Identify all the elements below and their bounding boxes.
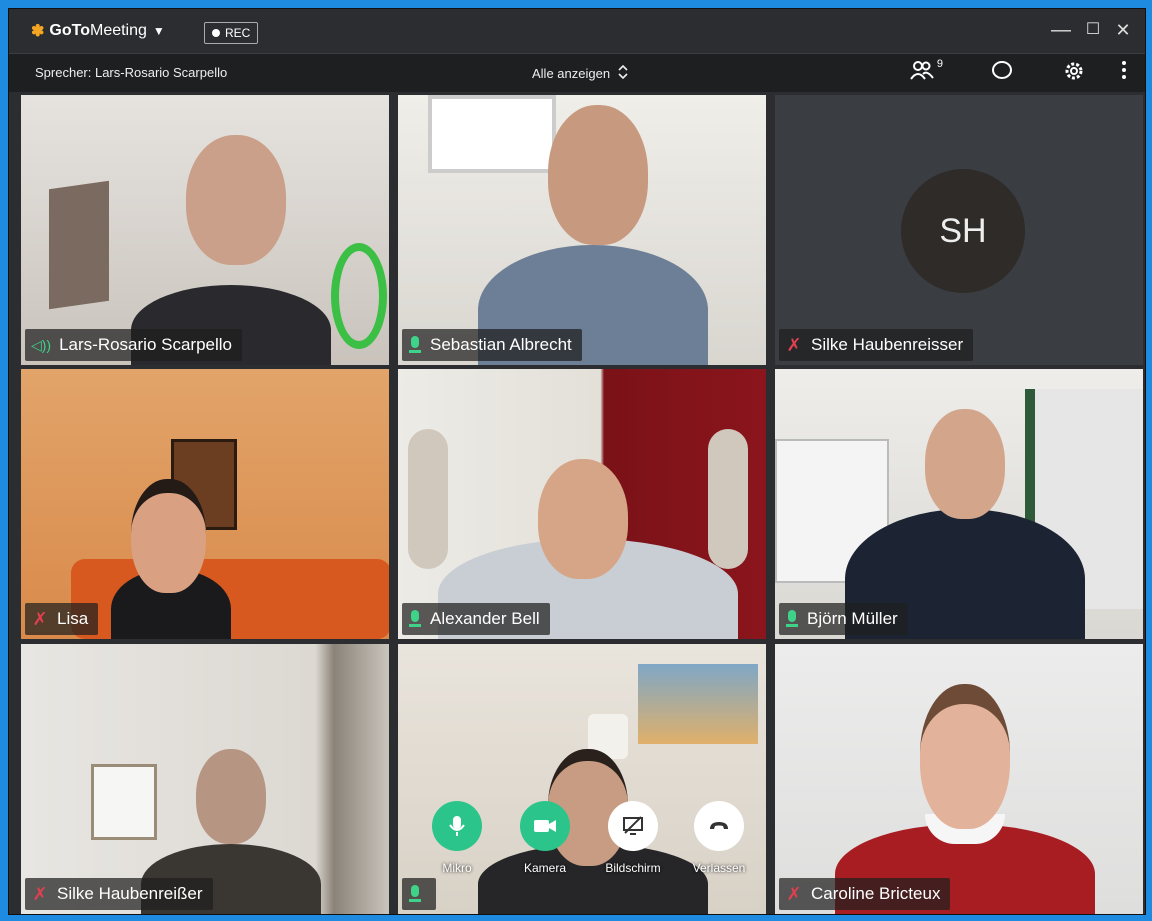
video-tile-2[interactable]: Sebastian Albrecht <box>398 95 766 365</box>
microphone-on-icon <box>408 610 422 628</box>
participant-nametag: Alexander Bell <box>402 603 550 635</box>
microphone-icon[interactable] <box>432 801 482 851</box>
microphone-muted-icon: ✗ <box>786 883 802 904</box>
maximize-button[interactable]: ☐ <box>1081 19 1105 41</box>
more-vertical-icon <box>1121 61 1127 85</box>
record-dot-icon <box>212 29 220 37</box>
mic-control[interactable]: Mikro <box>417 801 497 875</box>
hang-up-icon[interactable] <box>694 801 744 851</box>
people-icon <box>910 61 934 85</box>
speaking-icon: ◁)) <box>31 336 52 353</box>
updown-chevron-icon <box>618 64 628 82</box>
participant-name: Silke Haubenreisser <box>811 335 964 354</box>
participant-name: Caroline Bricteux <box>811 884 941 903</box>
wall-picture <box>91 764 157 840</box>
video-tile-6[interactable]: Björn Müller <box>775 369 1143 639</box>
camera-icon[interactable] <box>520 801 570 851</box>
close-button[interactable]: ✕ <box>1111 19 1135 41</box>
more-button[interactable] <box>1109 60 1139 86</box>
participant-face <box>538 459 628 579</box>
participant-face <box>196 749 266 844</box>
video-grid: ◁)) Lars-Rosario Scarpello Sebastian Alb… <box>21 95 1143 914</box>
avatar: SH <box>901 169 1025 293</box>
participants-button[interactable]: 9 <box>907 58 943 86</box>
participant-nametag: ✗ Silke Haubenreißer <box>25 878 213 910</box>
microphone-on-icon <box>785 610 799 628</box>
participant-nametag: Björn Müller <box>779 603 908 635</box>
participant-nametag: ✗ Lisa <box>25 603 99 635</box>
participant-nametag: ✗ Caroline Bricteux <box>779 878 951 910</box>
participant-nametag: ✗ Silke Haubenreisser <box>779 329 974 361</box>
info-bar: Sprecher: Lars-Rosario Scarpello Alle an… <box>9 54 1145 92</box>
participant-name: Sebastian Albrecht <box>430 335 572 354</box>
view-mode-select[interactable]: Alle anzeigen <box>532 64 628 82</box>
camera-label: Kamera <box>523 861 567 875</box>
screen-share-off-icon[interactable] <box>608 801 658 851</box>
app-menu[interactable]: ✽ GoTo Meeting ▼ <box>31 21 165 41</box>
participant-nametag: Sebastian Albrecht <box>402 329 582 361</box>
microphone-muted-icon: ✗ <box>32 608 48 629</box>
video-tile-1[interactable]: ◁)) Lars-Rosario Scarpello <box>21 95 389 365</box>
raised-arm-right <box>708 429 748 569</box>
chat-button[interactable] <box>987 60 1017 86</box>
mic-label: Mikro <box>442 861 472 875</box>
participant-face <box>131 479 206 593</box>
screen-control[interactable]: Bildschirm <box>593 801 673 875</box>
record-label: REC <box>225 26 251 40</box>
balloon <box>331 243 387 349</box>
wall-picture <box>638 664 758 744</box>
participant-name: Lars-Rosario Scarpello <box>59 335 232 354</box>
microphone-on-icon <box>408 336 422 354</box>
participant-nametag: ◁)) Lars-Rosario Scarpello <box>25 329 242 361</box>
microphone-muted-icon: ✗ <box>786 334 802 355</box>
participant-name: Silke Haubenreißer <box>57 884 203 903</box>
gear-icon <box>1063 62 1085 87</box>
participant-name: Lisa <box>57 609 89 628</box>
view-mode-label: Alle anzeigen <box>532 66 611 81</box>
participants-count: 9 <box>936 58 943 70</box>
active-speaker-label: Sprecher: Lars-Rosario Scarpello <box>35 65 228 80</box>
wall-picture <box>428 95 556 173</box>
settings-button[interactable] <box>1059 60 1089 88</box>
video-tile-5[interactable]: Alexander Bell <box>398 369 766 639</box>
video-tile-9[interactable]: ✗ Caroline Bricteux <box>775 644 1143 914</box>
screen-label: Bildschirm <box>605 861 661 875</box>
title-bar: ✽ GoTo Meeting ▼ REC — ☐ ✕ <box>9 9 1145 54</box>
goto-logo-icon: ✽ <box>31 23 45 40</box>
logo-text-light: Meeting <box>89 22 147 39</box>
chevron-down-icon: ▼ <box>152 24 165 38</box>
participant-face <box>186 135 286 265</box>
logo-text-bold: GoTo <box>49 22 90 39</box>
participant-name: Björn Müller <box>807 609 898 628</box>
leave-label: Verlassen <box>692 861 746 875</box>
video-tile-3[interactable]: SH ✗ Silke Haubenreisser <box>775 95 1143 365</box>
meeting-controls: Mikro Kamera Bildschirm Verlassen <box>417 801 747 891</box>
video-tile-4[interactable]: ✗ Lisa <box>21 369 389 639</box>
chat-icon <box>991 61 1013 85</box>
minimize-button[interactable]: — <box>1049 19 1073 41</box>
participant-name: Alexander Bell <box>430 609 540 628</box>
raised-arm-left <box>408 429 448 569</box>
participant-face <box>548 105 648 245</box>
camera-control[interactable]: Kamera <box>505 801 585 875</box>
meeting-window: ✽ GoTo Meeting ▼ REC — ☐ ✕ Sprecher: Lar… <box>8 8 1146 915</box>
wall-picture <box>49 180 109 310</box>
video-tile-7[interactable]: ✗ Silke Haubenreißer <box>21 644 389 914</box>
microphone-muted-icon: ✗ <box>32 883 48 904</box>
leave-control[interactable]: Verlassen <box>679 801 759 875</box>
record-button[interactable]: REC <box>204 22 259 44</box>
participant-face <box>925 409 1005 519</box>
participant-face <box>920 684 1010 829</box>
